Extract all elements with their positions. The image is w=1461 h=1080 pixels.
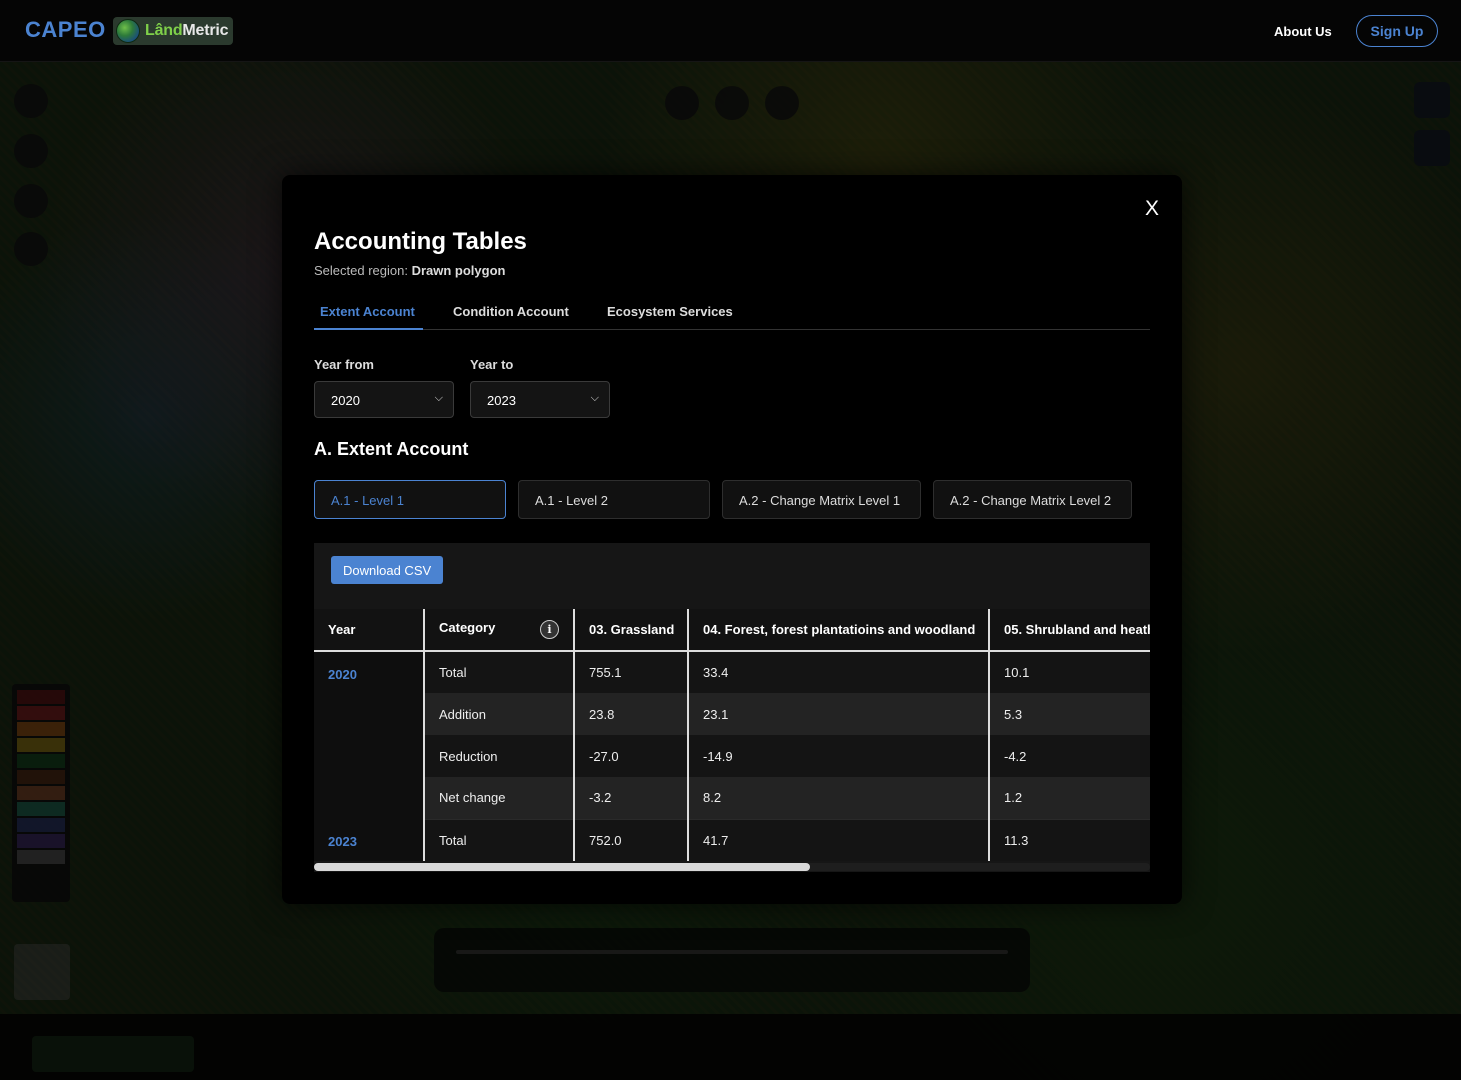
year-from-label: Year from — [314, 357, 374, 372]
col-header-year[interactable]: Year — [314, 609, 425, 652]
horizontal-scrollbar[interactable] — [314, 863, 1150, 871]
globe-icon — [116, 19, 140, 43]
subtab-a1-level2[interactable]: A.1 - Level 2 — [518, 480, 710, 519]
year-to-label: Year to — [470, 357, 514, 372]
table-row: 2020 Total 755.1 33.4 10.1 — [314, 651, 1150, 819]
col-header-forest[interactable]: 04. Forest, forest plantatioins and wood… — [688, 609, 990, 652]
brand-name[interactable]: CAPEO — [25, 17, 106, 43]
value-cell: 8.2 — [688, 777, 990, 820]
value-cell: 11.3 — [989, 819, 1150, 861]
col-header-shrubland[interactable]: 05. Shrubland and heath — [989, 609, 1150, 652]
account-tabs: Extent Account Condition Account Ecosyst… — [314, 295, 1150, 330]
table-row: 2023 Total 752.0 41.7 11.3 — [314, 819, 1150, 861]
category-cell: Reduction — [424, 735, 575, 777]
selected-region: Selected region: Drawn polygon — [314, 263, 505, 278]
table-scroll-area[interactable]: Year Category i 03. Grassland 04. Forest… — [314, 609, 1150, 862]
extent-account-table: Year Category i 03. Grassland 04. Forest… — [314, 609, 1150, 861]
year-cell: 2020 — [314, 651, 425, 819]
value-cell: 23.8 — [574, 693, 689, 735]
col-header-category[interactable]: Category i — [424, 609, 575, 652]
year-to-value: 2023 — [487, 393, 516, 408]
category-cell: Total — [424, 651, 575, 693]
table-row: Reduction -27.0 -14.9 -4.2 — [314, 735, 1150, 777]
value-cell: 5.3 — [989, 693, 1150, 735]
chevron-down-icon: ⌵ — [434, 392, 443, 404]
category-cell: Addition — [424, 693, 575, 735]
accounting-tables-modal: X Accounting Tables Selected region: Dra… — [282, 175, 1182, 904]
subtab-a2-change-matrix-level1[interactable]: A.2 - Change Matrix Level 1 — [722, 480, 921, 519]
download-csv-button[interactable]: Download CSV — [331, 556, 444, 584]
chevron-down-icon: ⌵ — [590, 392, 599, 404]
value-cell: -14.9 — [688, 735, 990, 777]
info-icon[interactable]: i — [540, 620, 559, 639]
value-cell: 41.7 — [688, 819, 990, 861]
table-header-row: Year Category i 03. Grassland 04. Forest… — [314, 609, 1150, 652]
region-value: Drawn polygon — [411, 263, 506, 278]
value-cell: 752.0 — [574, 819, 689, 861]
table-row: Addition 23.8 23.1 5.3 — [314, 693, 1150, 735]
logo-text: LândMetric — [145, 22, 229, 39]
subtab-a2-change-matrix-level2[interactable]: A.2 - Change Matrix Level 2 — [933, 480, 1132, 519]
top-navigation-bar: CAPEO LândMetric About Us Sign Up — [0, 0, 1461, 62]
table-panel: Download CSV Year Category i 03. Grassla… — [314, 543, 1150, 872]
about-us-link[interactable]: About Us — [1274, 24, 1332, 39]
value-cell: -4.2 — [989, 735, 1150, 777]
section-title: A. Extent Account — [314, 439, 469, 459]
year-cell: 2023 — [314, 819, 425, 861]
tab-extent-account[interactable]: Extent Account — [314, 295, 423, 330]
year-from-value: 2020 — [331, 393, 360, 408]
tab-ecosystem-services[interactable]: Ecosystem Services — [607, 295, 733, 330]
sign-up-button[interactable]: Sign Up — [1356, 15, 1438, 47]
subtab-a1-level1[interactable]: A.1 - Level 1 — [314, 480, 506, 519]
col-header-grassland[interactable]: 03. Grassland — [574, 609, 689, 652]
scrollbar-thumb[interactable] — [314, 863, 810, 871]
value-cell: -3.2 — [574, 777, 689, 820]
landmetric-logo[interactable]: LândMetric — [113, 17, 233, 45]
table-row: Net change -3.2 8.2 1.2 — [314, 777, 1150, 820]
value-cell: 33.4 — [688, 651, 990, 693]
value-cell: -27.0 — [574, 735, 689, 777]
category-cell: Total — [424, 819, 575, 861]
close-button[interactable]: X — [1145, 197, 1159, 221]
year-to-select[interactable]: 2023 ⌵ — [470, 381, 610, 418]
value-cell: 755.1 — [574, 651, 689, 693]
category-cell: Net change — [424, 777, 575, 820]
region-label: Selected region: — [314, 263, 408, 278]
value-cell: 23.1 — [688, 693, 990, 735]
tab-condition-account[interactable]: Condition Account — [453, 295, 569, 330]
value-cell: 10.1 — [989, 651, 1150, 693]
year-from-select[interactable]: 2020 ⌵ — [314, 381, 454, 418]
modal-title: Accounting Tables — [314, 228, 527, 255]
value-cell: 1.2 — [989, 777, 1150, 820]
